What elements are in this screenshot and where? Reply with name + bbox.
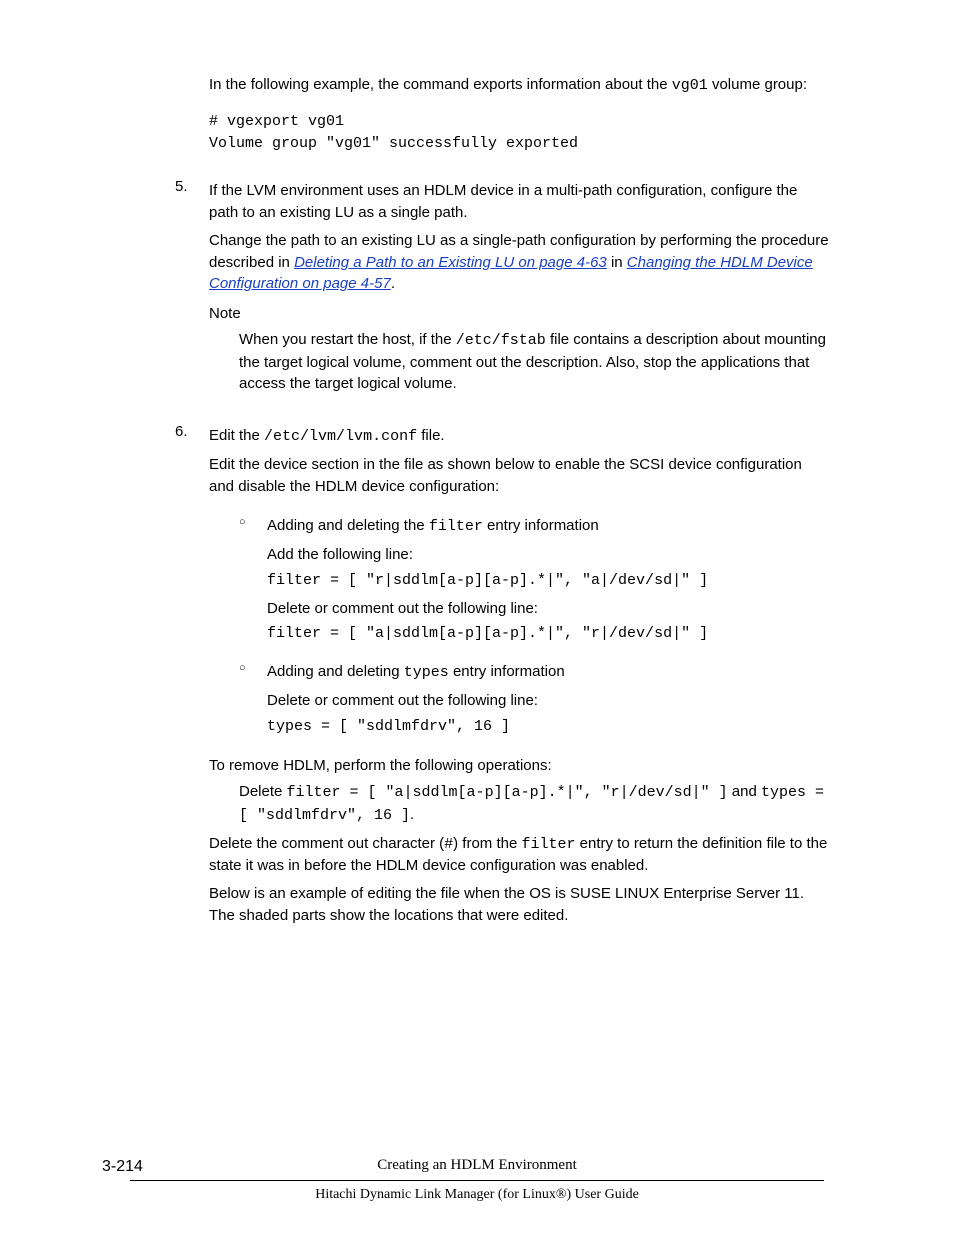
page-content: In the following example, the command ex… [209, 70, 829, 931]
paragraph: Delete filter = [ "a|sddlm[a-p][a-p].*|"… [239, 781, 829, 827]
bullet-filter: ○ Adding and deleting the filter entry i… [239, 511, 829, 649]
intro-paragraph: In the following example, the command ex… [209, 74, 829, 97]
list-number: 6. [175, 421, 209, 443]
step-6-body: Edit the /etc/lvm/lvm.conf file. Edit th… [209, 421, 829, 931]
code-line: types = [ "sddlmfdrv", 16 ] [267, 716, 565, 738]
divider [130, 1180, 824, 1181]
paragraph: Change the path to an existing LU as a s… [209, 230, 829, 295]
text: entry information [483, 517, 599, 534]
text: Delete [239, 783, 287, 800]
inline-code: filter [429, 518, 483, 535]
paragraph: Delete the comment out character (#) fro… [209, 833, 829, 878]
bullet-types: ○ Adding and deleting types entry inform… [239, 657, 829, 741]
paragraph: Add the following line: [267, 544, 708, 566]
text: in [607, 254, 627, 271]
bullet-icon: ○ [239, 511, 267, 533]
inline-code: vg01 [672, 77, 708, 94]
chapter-title: Creating an HDLM Environment [377, 1155, 577, 1177]
text: file. [417, 427, 445, 444]
inline-code: filter [521, 836, 575, 853]
inline-code: # [444, 836, 453, 853]
cross-ref-link[interactable]: Deleting a Path to an Existing LU on pag… [294, 254, 607, 271]
note-heading: Note [209, 303, 829, 325]
paragraph: Adding and deleting types entry informat… [267, 661, 565, 684]
step-6: 6. Edit the /etc/lvm/lvm.conf file. Edit… [209, 421, 829, 931]
text: When you restart the host, if the [239, 331, 456, 348]
page-footer: 3-214 Creating an HDLM Environment Hitac… [0, 1155, 954, 1205]
inline-code: filter = [ "a|sddlm[a-p][a-p].*|", "r|/d… [287, 784, 728, 801]
text: In the following example, the command ex… [209, 76, 672, 93]
text: Edit the [209, 427, 264, 444]
paragraph: Delete or comment out the following line… [267, 690, 565, 712]
text: entry information [449, 663, 565, 680]
bullet-body: Adding and deleting the filter entry inf… [267, 511, 708, 649]
text: Delete the comment out character ( [209, 835, 444, 852]
text: volume group: [708, 76, 807, 93]
paragraph: If the LVM environment uses an HDLM devi… [209, 180, 829, 224]
text: and [728, 783, 761, 800]
bullet-icon: ○ [239, 657, 267, 679]
inline-code: /etc/lvm/lvm.conf [264, 428, 417, 445]
paragraph: To remove HDLM, perform the following op… [209, 755, 829, 777]
paragraph: Edit the /etc/lvm/lvm.conf file. [209, 425, 829, 448]
text: . [410, 806, 414, 823]
note-body: When you restart the host, if the /etc/f… [239, 329, 829, 395]
text: ) from the [453, 835, 521, 852]
code-line: filter = [ "r|sddlm[a-p][a-p].*|", "a|/d… [267, 570, 708, 592]
paragraph: Adding and deleting the filter entry inf… [267, 515, 708, 538]
text: Adding and deleting the [267, 517, 429, 534]
paragraph: Edit the device section in the file as s… [209, 454, 829, 498]
inline-code: /etc/fstab [456, 332, 546, 349]
page-number: 3-214 [102, 1155, 143, 1178]
bullet-body: Adding and deleting types entry informat… [267, 657, 565, 741]
code-block: # vgexport vg01 Volume group "vg01" succ… [209, 111, 829, 155]
book-title: Hitachi Dynamic Link Manager (for Linux®… [315, 1185, 639, 1205]
text: Adding and deleting [267, 663, 404, 680]
paragraph: Below is an example of editing the file … [209, 883, 829, 927]
text: . [391, 275, 395, 292]
inline-code: types [404, 664, 449, 681]
list-number: 5. [175, 176, 209, 198]
step-5-body: If the LVM environment uses an HDLM devi… [209, 176, 829, 399]
code-line: filter = [ "a|sddlm[a-p][a-p].*|", "r|/d… [267, 623, 708, 645]
paragraph: Delete or comment out the following line… [267, 598, 708, 620]
step-5: 5. If the LVM environment uses an HDLM d… [209, 176, 829, 399]
